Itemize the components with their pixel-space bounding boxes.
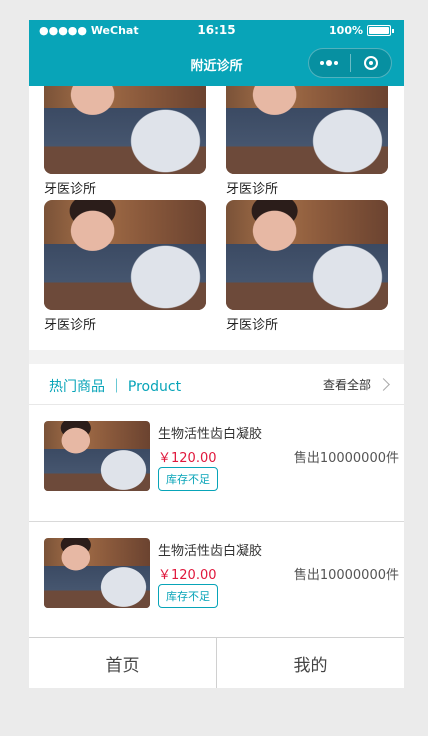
hot-products-title: 热门商品 ｜ Product: [49, 379, 182, 395]
status-bar: ●●●●● WeChat 16:15 100%: [29, 20, 404, 42]
clinic-card[interactable]: 牙医诊所: [226, 86, 388, 197]
clinic-grid: 牙医诊所 牙医诊所 牙医诊所 牙医诊所: [29, 86, 404, 350]
tab-mine[interactable]: 我的: [216, 638, 404, 688]
tab-bar: 首页 我的: [29, 637, 404, 688]
more-button[interactable]: [309, 49, 350, 77]
product-sold-count: 售出10000000件: [293, 451, 399, 466]
hot-products-header: 热门商品 ｜ Product 查看全部: [29, 364, 404, 405]
battery-tip: [392, 28, 394, 33]
view-all-link[interactable]: 查看全部: [322, 376, 390, 393]
battery-indicator: 100%: [329, 24, 394, 37]
chevron-right-icon: [377, 378, 390, 391]
clinic-name: 牙医诊所: [226, 318, 279, 333]
nav-bar: 附近诊所: [29, 42, 404, 86]
stock-badge: 库存不足: [158, 467, 218, 491]
product-price: ￥120.00: [158, 568, 217, 583]
battery-percent: 100%: [329, 24, 363, 37]
phone-screen: ●●●●● WeChat 16:15 100% 附近诊所 牙医诊所 牙医诊所 牙…: [29, 20, 404, 688]
clinic-card[interactable]: 牙医诊所: [44, 200, 206, 333]
clinic-image: [226, 86, 388, 174]
clinic-name: 牙医诊所: [44, 182, 97, 197]
battery-icon: [367, 25, 391, 36]
product-item[interactable]: 生物活性齿白凝胶 ￥120.00 售出10000000件 库存不足: [29, 522, 404, 637]
mini-program-capsule: [308, 48, 392, 78]
product-price: ￥120.00: [158, 451, 217, 466]
clinic-image: [44, 86, 206, 174]
clinic-name: 牙医诊所: [44, 318, 97, 333]
section-divider: [29, 350, 404, 364]
product-image: [44, 421, 150, 491]
clinic-name: 牙医诊所: [226, 182, 279, 197]
view-all-label: 查看全部: [322, 378, 371, 392]
product-image: [44, 538, 150, 608]
clinic-image: [44, 200, 206, 310]
close-button[interactable]: [350, 49, 391, 77]
product-name: 生物活性齿白凝胶: [158, 544, 263, 559]
target-icon: [363, 56, 378, 70]
clinic-card[interactable]: 牙医诊所: [44, 86, 206, 197]
tab-home[interactable]: 首页: [29, 638, 216, 688]
product-name: 生物活性齿白凝胶: [158, 427, 263, 442]
scroll-content[interactable]: 牙医诊所 牙医诊所 牙医诊所 牙医诊所 热门商品 ｜ Product 查看全部: [29, 86, 404, 637]
product-sold-count: 售出10000000件: [293, 568, 399, 583]
product-item[interactable]: 生物活性齿白凝胶 ￥120.00 售出10000000件 库存不足: [29, 405, 404, 522]
clinic-image: [226, 200, 388, 310]
clinic-card[interactable]: 牙医诊所: [226, 200, 388, 333]
more-icon: [320, 60, 339, 66]
stock-badge: 库存不足: [158, 584, 218, 608]
